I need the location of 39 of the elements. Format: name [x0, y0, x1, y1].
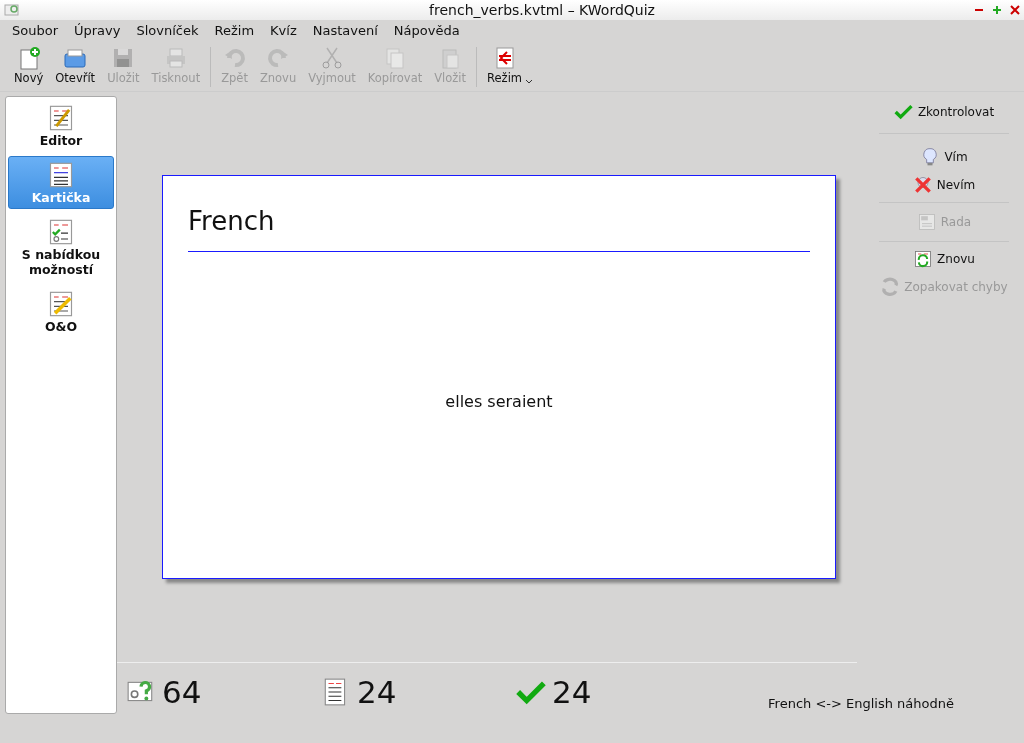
menu-item[interactable]: Slovníček: [128, 21, 207, 41]
app-icon: [4, 3, 20, 17]
check-icon: [893, 102, 914, 122]
menu-item[interactable]: Soubor: [4, 21, 66, 41]
sidebar-item[interactable]: Editor: [8, 99, 114, 152]
pencil-list-icon: [47, 289, 75, 319]
copy-icon: [383, 45, 407, 70]
menu-item[interactable]: Kvíz: [262, 21, 305, 41]
menu-item[interactable]: Nastavení: [304, 21, 386, 41]
toolbar-button[interactable]: Otevřít: [49, 43, 102, 90]
sidebar-item[interactable]: O&O: [8, 285, 114, 338]
card-word: elles seraient: [445, 391, 553, 413]
action-button[interactable]: Zkontrolovat: [891, 98, 997, 126]
action-button[interactable]: Nevím: [910, 171, 978, 199]
menu-item[interactable]: Úpravy: [66, 21, 129, 41]
window-title: french_verbs.kvtml – KWordQuiz: [429, 0, 655, 20]
sidebar-item[interactable]: S nabídkou možností: [8, 213, 114, 281]
action-button[interactable]: Znovu: [911, 245, 977, 273]
stat-count: 24: [357, 673, 397, 712]
toolbar-button[interactable]: Režim: [481, 43, 529, 90]
menu-item[interactable]: Režim: [206, 21, 263, 41]
action-button[interactable]: Vím: [918, 143, 970, 171]
scissors-icon: [320, 45, 344, 70]
repeat-arrows-icon: [880, 277, 901, 297]
close-icon[interactable]: [1010, 5, 1020, 15]
pencil-list-icon: [47, 103, 75, 133]
status-text: French <-> English náhodně: [768, 694, 954, 713]
stat-count: 64: [162, 673, 202, 712]
caret-icon: [524, 79, 533, 86]
menu-item[interactable]: Nápověda: [385, 21, 468, 41]
cross-bulb-icon: [912, 175, 933, 195]
checklist-icon: [47, 217, 75, 247]
card-heading: French: [188, 202, 810, 252]
hint-card-icon: [916, 212, 937, 232]
stat-count: 24: [552, 673, 592, 712]
refresh-list-icon: [913, 249, 934, 269]
toolbar-button[interactable]: Nový: [8, 43, 50, 90]
maximize-icon[interactable]: [992, 5, 1002, 15]
card-list-icon: [47, 160, 75, 190]
